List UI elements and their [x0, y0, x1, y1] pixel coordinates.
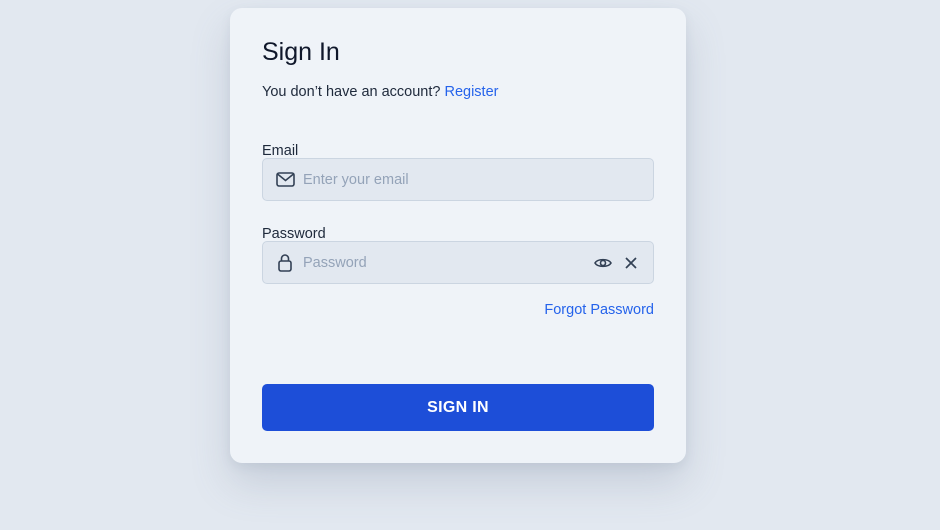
sign-in-button[interactable]: SIGN IN	[262, 384, 654, 431]
close-icon[interactable]	[621, 253, 641, 273]
email-label: Email	[262, 143, 299, 159]
forgot-password-link[interactable]: Forgot Password	[544, 302, 654, 318]
register-link[interactable]: Register	[444, 84, 498, 100]
password-field-container	[262, 241, 654, 284]
register-prompt-text: You don’t have an account?	[262, 84, 441, 100]
sign-in-card: Sign In You don’t have an account? Regis…	[230, 8, 686, 463]
email-input[interactable]	[303, 159, 653, 200]
password-label: Password	[262, 226, 326, 242]
password-input[interactable]	[303, 242, 593, 283]
page-title: Sign In	[262, 38, 340, 66]
eye-icon[interactable]	[593, 253, 613, 273]
register-prompt: You don’t have an account? Register	[262, 84, 498, 100]
mail-icon	[275, 170, 295, 190]
lock-icon	[275, 253, 295, 273]
email-field-container	[262, 158, 654, 201]
